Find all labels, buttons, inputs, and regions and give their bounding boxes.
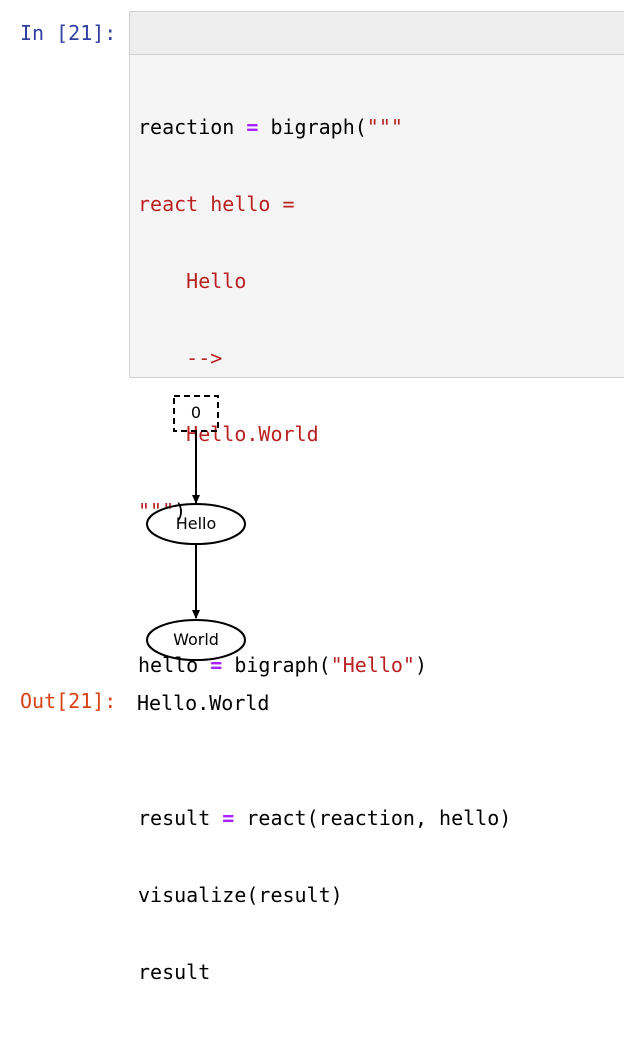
- code-string: Hello: [138, 268, 247, 293]
- code-line-4: -->: [138, 346, 511, 372]
- code-line-2: react hello =: [138, 192, 511, 218]
- node-hello-label: Hello: [176, 514, 217, 533]
- code-token: react(reaction, hello): [234, 806, 512, 831]
- bigraph-visualization: 0 Hello World: [146, 395, 246, 661]
- code-token: result: [138, 959, 211, 984]
- code-line-10: result = react(reaction, hello): [138, 806, 511, 832]
- code-operator: =: [246, 115, 259, 140]
- node-world-label: World: [173, 630, 219, 649]
- root-node-label: 0: [191, 403, 201, 422]
- output-prompt: Out[21]:: [20, 689, 117, 713]
- code-string: react hello =: [138, 191, 295, 216]
- code-cell[interactable]: reaction = bigraph(""" react hello = Hel…: [129, 11, 624, 984]
- code-operator: =: [222, 806, 235, 831]
- code-string: -->: [138, 345, 223, 370]
- code-line-3: Hello: [138, 269, 511, 295]
- output-value: Hello.World: [137, 691, 270, 715]
- code-line-11: visualize(result): [138, 883, 511, 909]
- code-token: bigraph(: [258, 115, 367, 140]
- code-line-1: reaction = bigraph(""": [138, 115, 511, 141]
- code-token: ): [414, 652, 428, 677]
- cell-toolbar: [130, 12, 624, 55]
- code-string: """: [366, 115, 403, 140]
- code-token: visualize(result): [138, 883, 343, 907]
- code-token: reaction: [138, 115, 247, 140]
- code-string: "Hello": [330, 652, 415, 677]
- code-token: result: [138, 806, 223, 831]
- input-prompt: In [21]:: [20, 21, 117, 45]
- code-line-12: result: [138, 960, 511, 986]
